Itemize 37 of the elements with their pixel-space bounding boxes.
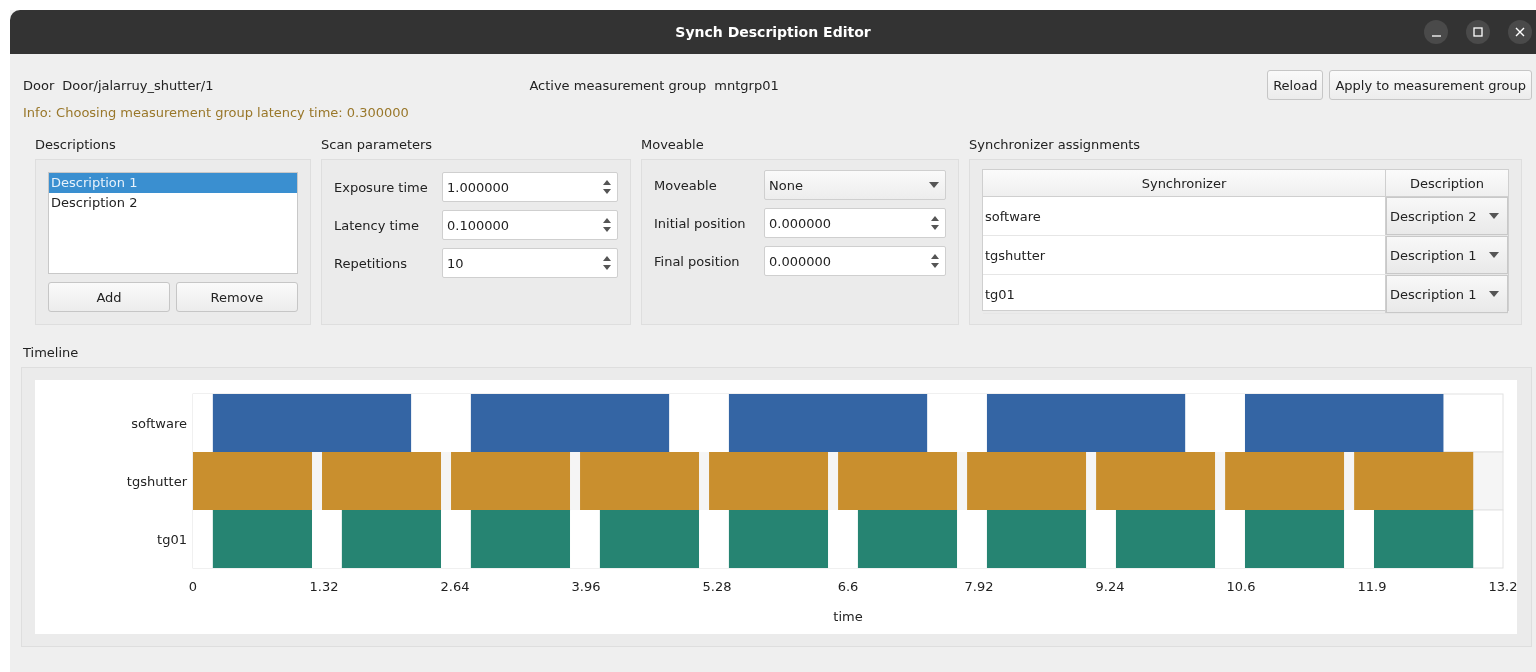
axis-label: tgshutter: [126, 474, 187, 489]
field-label: Latency time: [334, 217, 420, 233]
measurement-group-value: mntgrp01: [714, 77, 779, 93]
window-title: Synch Description Editor: [675, 24, 871, 40]
table-cell-text: tg01: [984, 285, 1016, 304]
door-label: Door: [23, 77, 55, 93]
tick-label: 5.28: [702, 579, 732, 594]
group-title: Moveable: [641, 137, 705, 154]
field-label: Repetitions: [334, 255, 409, 271]
axis-title: time: [833, 609, 863, 624]
measurement-group-label: Active measurement group: [529, 77, 707, 93]
axis-label: software: [131, 416, 187, 431]
axis-label: tg01: [157, 532, 187, 547]
tick-label: 3.96: [571, 579, 601, 594]
tick-label: 11.9: [1357, 579, 1387, 594]
field-label: Moveable: [654, 177, 718, 193]
tick-label: 13.2: [1488, 579, 1517, 594]
field-label: Exposure time: [334, 179, 429, 195]
tick-label: 7.92: [964, 579, 994, 594]
door-value: Door/jalarruy_shutter/1: [62, 77, 214, 93]
table-cell-text: software: [984, 207, 1042, 226]
group-title: Scan parameters: [321, 137, 434, 154]
column-header: Description: [1385, 170, 1508, 196]
field-label: Initial position: [654, 215, 747, 231]
tick-label: 6.6: [837, 579, 859, 594]
tick-label: 9.24: [1095, 579, 1125, 594]
column-header: Synchronizer: [1140, 174, 1228, 193]
tick-label: 2.64: [440, 579, 470, 594]
group-title: Synchronizer assignments: [969, 137, 1142, 154]
group-title: Descriptions: [35, 137, 117, 154]
tick-label: 0: [188, 579, 198, 594]
table-cell-text: tgshutter: [984, 246, 1047, 265]
tick-label: 10.6: [1226, 579, 1256, 594]
field-label: Final position: [654, 253, 741, 269]
info-message: Info: Choosing measurement group latency time: 0.300000: [23, 105, 410, 122]
group-title: Timeline: [23, 345, 80, 362]
tick-label: 1.32: [309, 579, 339, 594]
